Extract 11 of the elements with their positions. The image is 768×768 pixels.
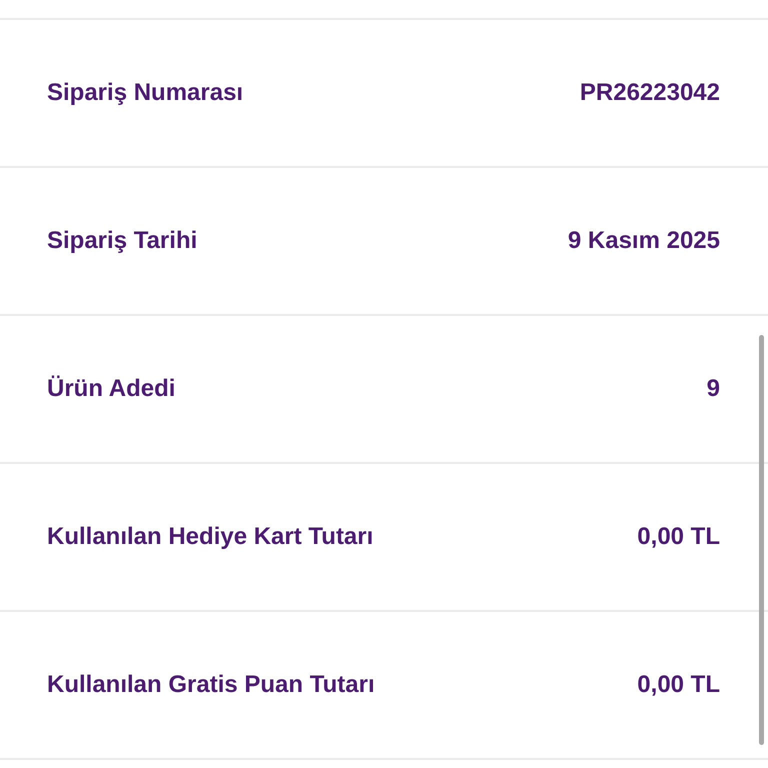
field-label: Sipariş Numarası: [47, 78, 244, 108]
field-label: Kullanılan Hediye Kart Tutarı: [47, 522, 374, 552]
field-value: 9 Kasım 2025: [568, 226, 720, 256]
field-value: 0,00 TL: [637, 670, 720, 700]
field-value: 9: [706, 374, 720, 404]
field-label: Ürün Adedi: [47, 374, 176, 404]
field-label: Kullanılan Gratis Puan Tutarı: [47, 670, 375, 700]
field-label: Sipariş Tarihi: [47, 226, 198, 256]
scrollbar[interactable]: [759, 335, 764, 745]
field-value: PR26223042: [580, 78, 720, 108]
field-value: 0,00 TL: [637, 522, 720, 552]
